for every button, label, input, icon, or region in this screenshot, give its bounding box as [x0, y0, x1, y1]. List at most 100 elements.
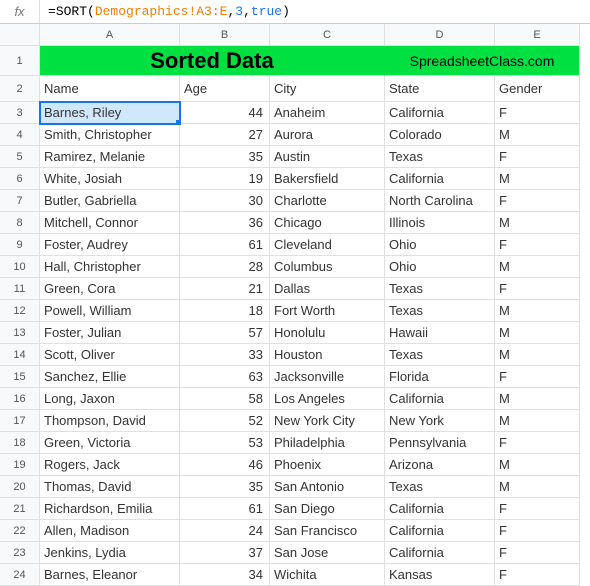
fx-icon[interactable]: fx: [0, 0, 40, 23]
row-header-10[interactable]: 10: [0, 256, 40, 278]
cell-age[interactable]: 36: [180, 212, 270, 234]
cell-city[interactable]: Bakersfield: [270, 168, 385, 190]
cell-city[interactable]: Fort Worth: [270, 300, 385, 322]
cell-city[interactable]: Houston: [270, 344, 385, 366]
header-state[interactable]: State: [385, 76, 495, 102]
row-header-20[interactable]: 20: [0, 476, 40, 498]
row-header-1[interactable]: 1: [0, 46, 40, 76]
cell-gender[interactable]: F: [495, 542, 580, 564]
cell-gender[interactable]: M: [495, 344, 580, 366]
cell-gender[interactable]: M: [495, 388, 580, 410]
cell-gender[interactable]: F: [495, 102, 580, 124]
col-header-A[interactable]: A: [40, 24, 180, 46]
title-cell[interactable]: Sorted Data: [40, 46, 385, 76]
cell-age[interactable]: 58: [180, 388, 270, 410]
cell-city[interactable]: Wichita: [270, 564, 385, 586]
cell-name[interactable]: Green, Victoria: [40, 432, 180, 454]
cell-age[interactable]: 46: [180, 454, 270, 476]
cell-gender[interactable]: F: [495, 146, 580, 168]
cell-city[interactable]: Jacksonville: [270, 366, 385, 388]
cell-state[interactable]: Ohio: [385, 234, 495, 256]
select-all-corner[interactable]: [0, 24, 40, 46]
cell-gender[interactable]: M: [495, 300, 580, 322]
row-header-19[interactable]: 19: [0, 454, 40, 476]
row-header-24[interactable]: 24: [0, 564, 40, 586]
cell-city[interactable]: Chicago: [270, 212, 385, 234]
header-city[interactable]: City: [270, 76, 385, 102]
cell-age[interactable]: 34: [180, 564, 270, 586]
cell-name[interactable]: Thomas, David: [40, 476, 180, 498]
row-header-17[interactable]: 17: [0, 410, 40, 432]
cell-age[interactable]: 61: [180, 234, 270, 256]
cell-name[interactable]: Smith, Christopher: [40, 124, 180, 146]
cell-gender[interactable]: M: [495, 124, 580, 146]
cell-age[interactable]: 19: [180, 168, 270, 190]
cell-state[interactable]: California: [385, 542, 495, 564]
cell-state[interactable]: Ohio: [385, 256, 495, 278]
cell-state[interactable]: Arizona: [385, 454, 495, 476]
header-gender[interactable]: Gender: [495, 76, 580, 102]
row-header-22[interactable]: 22: [0, 520, 40, 542]
cell-gender[interactable]: F: [495, 190, 580, 212]
cell-state[interactable]: Kansas: [385, 564, 495, 586]
cell-name[interactable]: Green, Cora: [40, 278, 180, 300]
cell-name[interactable]: Barnes, Riley: [40, 102, 180, 124]
cell-age[interactable]: 35: [180, 146, 270, 168]
cell-name[interactable]: Barnes, Eleanor: [40, 564, 180, 586]
cell-age[interactable]: 24: [180, 520, 270, 542]
col-header-D[interactable]: D: [385, 24, 495, 46]
cell-gender[interactable]: M: [495, 256, 580, 278]
cell-city[interactable]: San Jose: [270, 542, 385, 564]
cell-name[interactable]: Foster, Julian: [40, 322, 180, 344]
cell-gender[interactable]: F: [495, 520, 580, 542]
row-header-14[interactable]: 14: [0, 344, 40, 366]
cell-city[interactable]: Austin: [270, 146, 385, 168]
cell-gender[interactable]: F: [495, 564, 580, 586]
row-header-5[interactable]: 5: [0, 146, 40, 168]
cell-name[interactable]: Rogers, Jack: [40, 454, 180, 476]
cell-gender[interactable]: F: [495, 366, 580, 388]
cell-city[interactable]: Dallas: [270, 278, 385, 300]
cell-age[interactable]: 44: [180, 102, 270, 124]
cell-state[interactable]: Texas: [385, 300, 495, 322]
row-header-6[interactable]: 6: [0, 168, 40, 190]
cell-state[interactable]: Hawaii: [385, 322, 495, 344]
cell-gender[interactable]: F: [495, 278, 580, 300]
cell-state[interactable]: California: [385, 102, 495, 124]
row-header-11[interactable]: 11: [0, 278, 40, 300]
cell-age[interactable]: 30: [180, 190, 270, 212]
cell-name[interactable]: Allen, Madison: [40, 520, 180, 542]
row-header-16[interactable]: 16: [0, 388, 40, 410]
cell-age[interactable]: 27: [180, 124, 270, 146]
site-cell[interactable]: SpreadsheetClass.com: [385, 46, 580, 76]
cell-city[interactable]: Charlotte: [270, 190, 385, 212]
col-header-E[interactable]: E: [495, 24, 580, 46]
row-header-12[interactable]: 12: [0, 300, 40, 322]
cell-state[interactable]: Illinois: [385, 212, 495, 234]
cell-gender[interactable]: F: [495, 234, 580, 256]
row-header-2[interactable]: 2: [0, 76, 40, 102]
formula-bar[interactable]: fx =SORT(Demographics!A3:E,3,true): [0, 0, 590, 24]
formula-input[interactable]: =SORT(Demographics!A3:E,3,true): [40, 4, 290, 19]
spreadsheet-grid[interactable]: A B C D E 1 Sorted Data SpreadsheetClass…: [0, 24, 590, 586]
cell-age[interactable]: 28: [180, 256, 270, 278]
row-header-21[interactable]: 21: [0, 498, 40, 520]
cell-name[interactable]: White, Josiah: [40, 168, 180, 190]
row-header-23[interactable]: 23: [0, 542, 40, 564]
cell-name[interactable]: Richardson, Emilia: [40, 498, 180, 520]
cell-age[interactable]: 18: [180, 300, 270, 322]
cell-age[interactable]: 35: [180, 476, 270, 498]
cell-age[interactable]: 33: [180, 344, 270, 366]
cell-city[interactable]: San Antonio: [270, 476, 385, 498]
cell-name[interactable]: Thompson, David: [40, 410, 180, 432]
cell-city[interactable]: New York City: [270, 410, 385, 432]
cell-name[interactable]: Foster, Audrey: [40, 234, 180, 256]
cell-gender[interactable]: F: [495, 432, 580, 454]
cell-state[interactable]: California: [385, 388, 495, 410]
col-header-B[interactable]: B: [180, 24, 270, 46]
cell-name[interactable]: Ramirez, Melanie: [40, 146, 180, 168]
cell-name[interactable]: Hall, Christopher: [40, 256, 180, 278]
cell-city[interactable]: Los Angeles: [270, 388, 385, 410]
cell-state[interactable]: California: [385, 168, 495, 190]
cell-age[interactable]: 21: [180, 278, 270, 300]
